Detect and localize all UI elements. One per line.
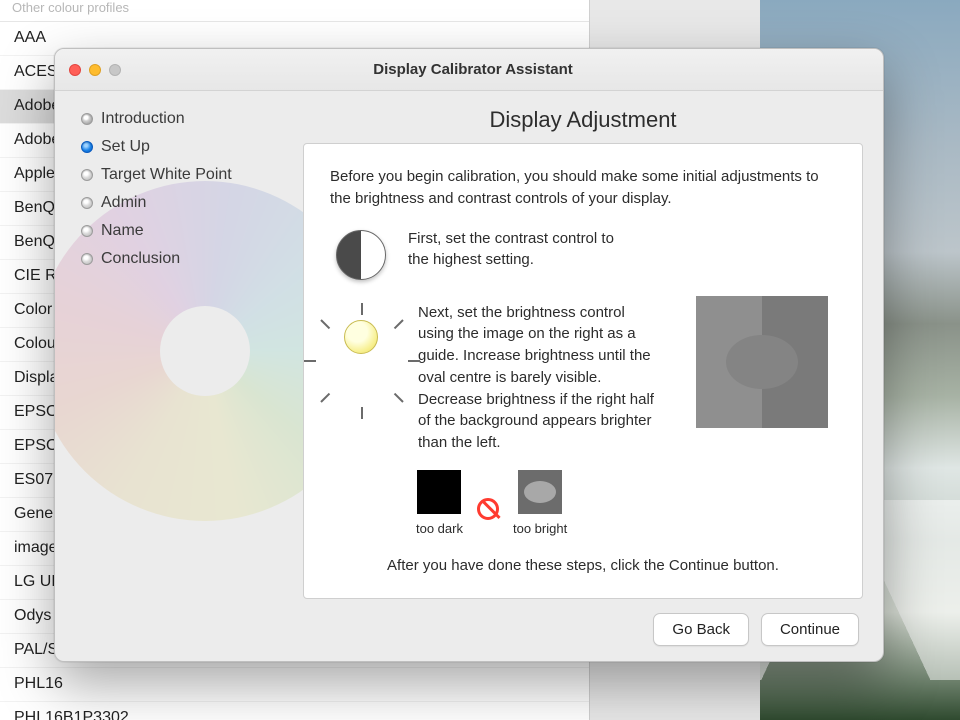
brightness-icon bbox=[326, 302, 396, 372]
step-dot-icon bbox=[81, 253, 93, 265]
step-item: Introduction bbox=[81, 105, 287, 133]
close-icon[interactable] bbox=[69, 64, 81, 76]
too-bright-label: too bright bbox=[513, 520, 567, 539]
profile-item[interactable]: PHL16 bbox=[0, 668, 589, 702]
step-label: Name bbox=[101, 222, 144, 240]
step-item: Set Up bbox=[81, 133, 287, 161]
outro-text: After you have done these steps, click t… bbox=[330, 555, 836, 577]
step-item: Admin bbox=[81, 189, 287, 217]
step-label: Conclusion bbox=[101, 250, 180, 268]
page-title: Display Adjustment bbox=[303, 107, 863, 133]
step-dot-icon bbox=[81, 225, 93, 237]
step-dot-icon bbox=[81, 169, 93, 181]
window-controls bbox=[69, 64, 121, 76]
minimize-icon[interactable] bbox=[89, 64, 101, 76]
step-label: Target White Point bbox=[101, 166, 232, 184]
brightness-samples: too dark too bright bbox=[416, 470, 836, 539]
step-item: Conclusion bbox=[81, 245, 287, 273]
step-item: Target White Point bbox=[81, 161, 287, 189]
profiles-section-header: Other colour profiles bbox=[0, 0, 589, 22]
step-item: Name bbox=[81, 217, 287, 245]
contrast-text: First, set the contrast control to the h… bbox=[408, 228, 638, 272]
window-title: Display Calibrator Assistant bbox=[129, 61, 817, 78]
too-dark-label: too dark bbox=[416, 520, 463, 539]
go-back-button[interactable]: Go Back bbox=[653, 613, 749, 646]
step-dot-icon bbox=[81, 197, 93, 209]
zoom-icon bbox=[109, 64, 121, 76]
brightness-guide-image bbox=[696, 296, 828, 428]
contrast-icon bbox=[336, 230, 386, 280]
too-bright-swatch bbox=[518, 470, 562, 514]
titlebar: Display Calibrator Assistant bbox=[55, 49, 883, 91]
profile-item[interactable]: PHL16B1P3302 bbox=[0, 702, 589, 720]
too-dark-swatch bbox=[417, 470, 461, 514]
content-panel: Before you begin calibration, you should… bbox=[303, 143, 863, 599]
brightness-text: Next, set the brightness control using t… bbox=[418, 302, 658, 454]
dialog-buttons: Go Back Continue bbox=[303, 599, 863, 646]
prohibited-icon bbox=[477, 498, 499, 520]
step-label: Admin bbox=[101, 194, 146, 212]
step-label: Introduction bbox=[101, 110, 185, 128]
intro-text: Before you begin calibration, you should… bbox=[330, 166, 836, 210]
step-dot-icon bbox=[81, 141, 93, 153]
step-dot-icon bbox=[81, 113, 93, 125]
calibrator-dialog: Display Calibrator Assistant Introductio… bbox=[54, 48, 884, 662]
continue-button[interactable]: Continue bbox=[761, 613, 859, 646]
step-label: Set Up bbox=[101, 138, 150, 156]
step-sidebar: Introduction Set Up Target White Point Admi… bbox=[55, 91, 303, 661]
step-list: Introduction Set Up Target White Point Admi… bbox=[81, 105, 287, 273]
